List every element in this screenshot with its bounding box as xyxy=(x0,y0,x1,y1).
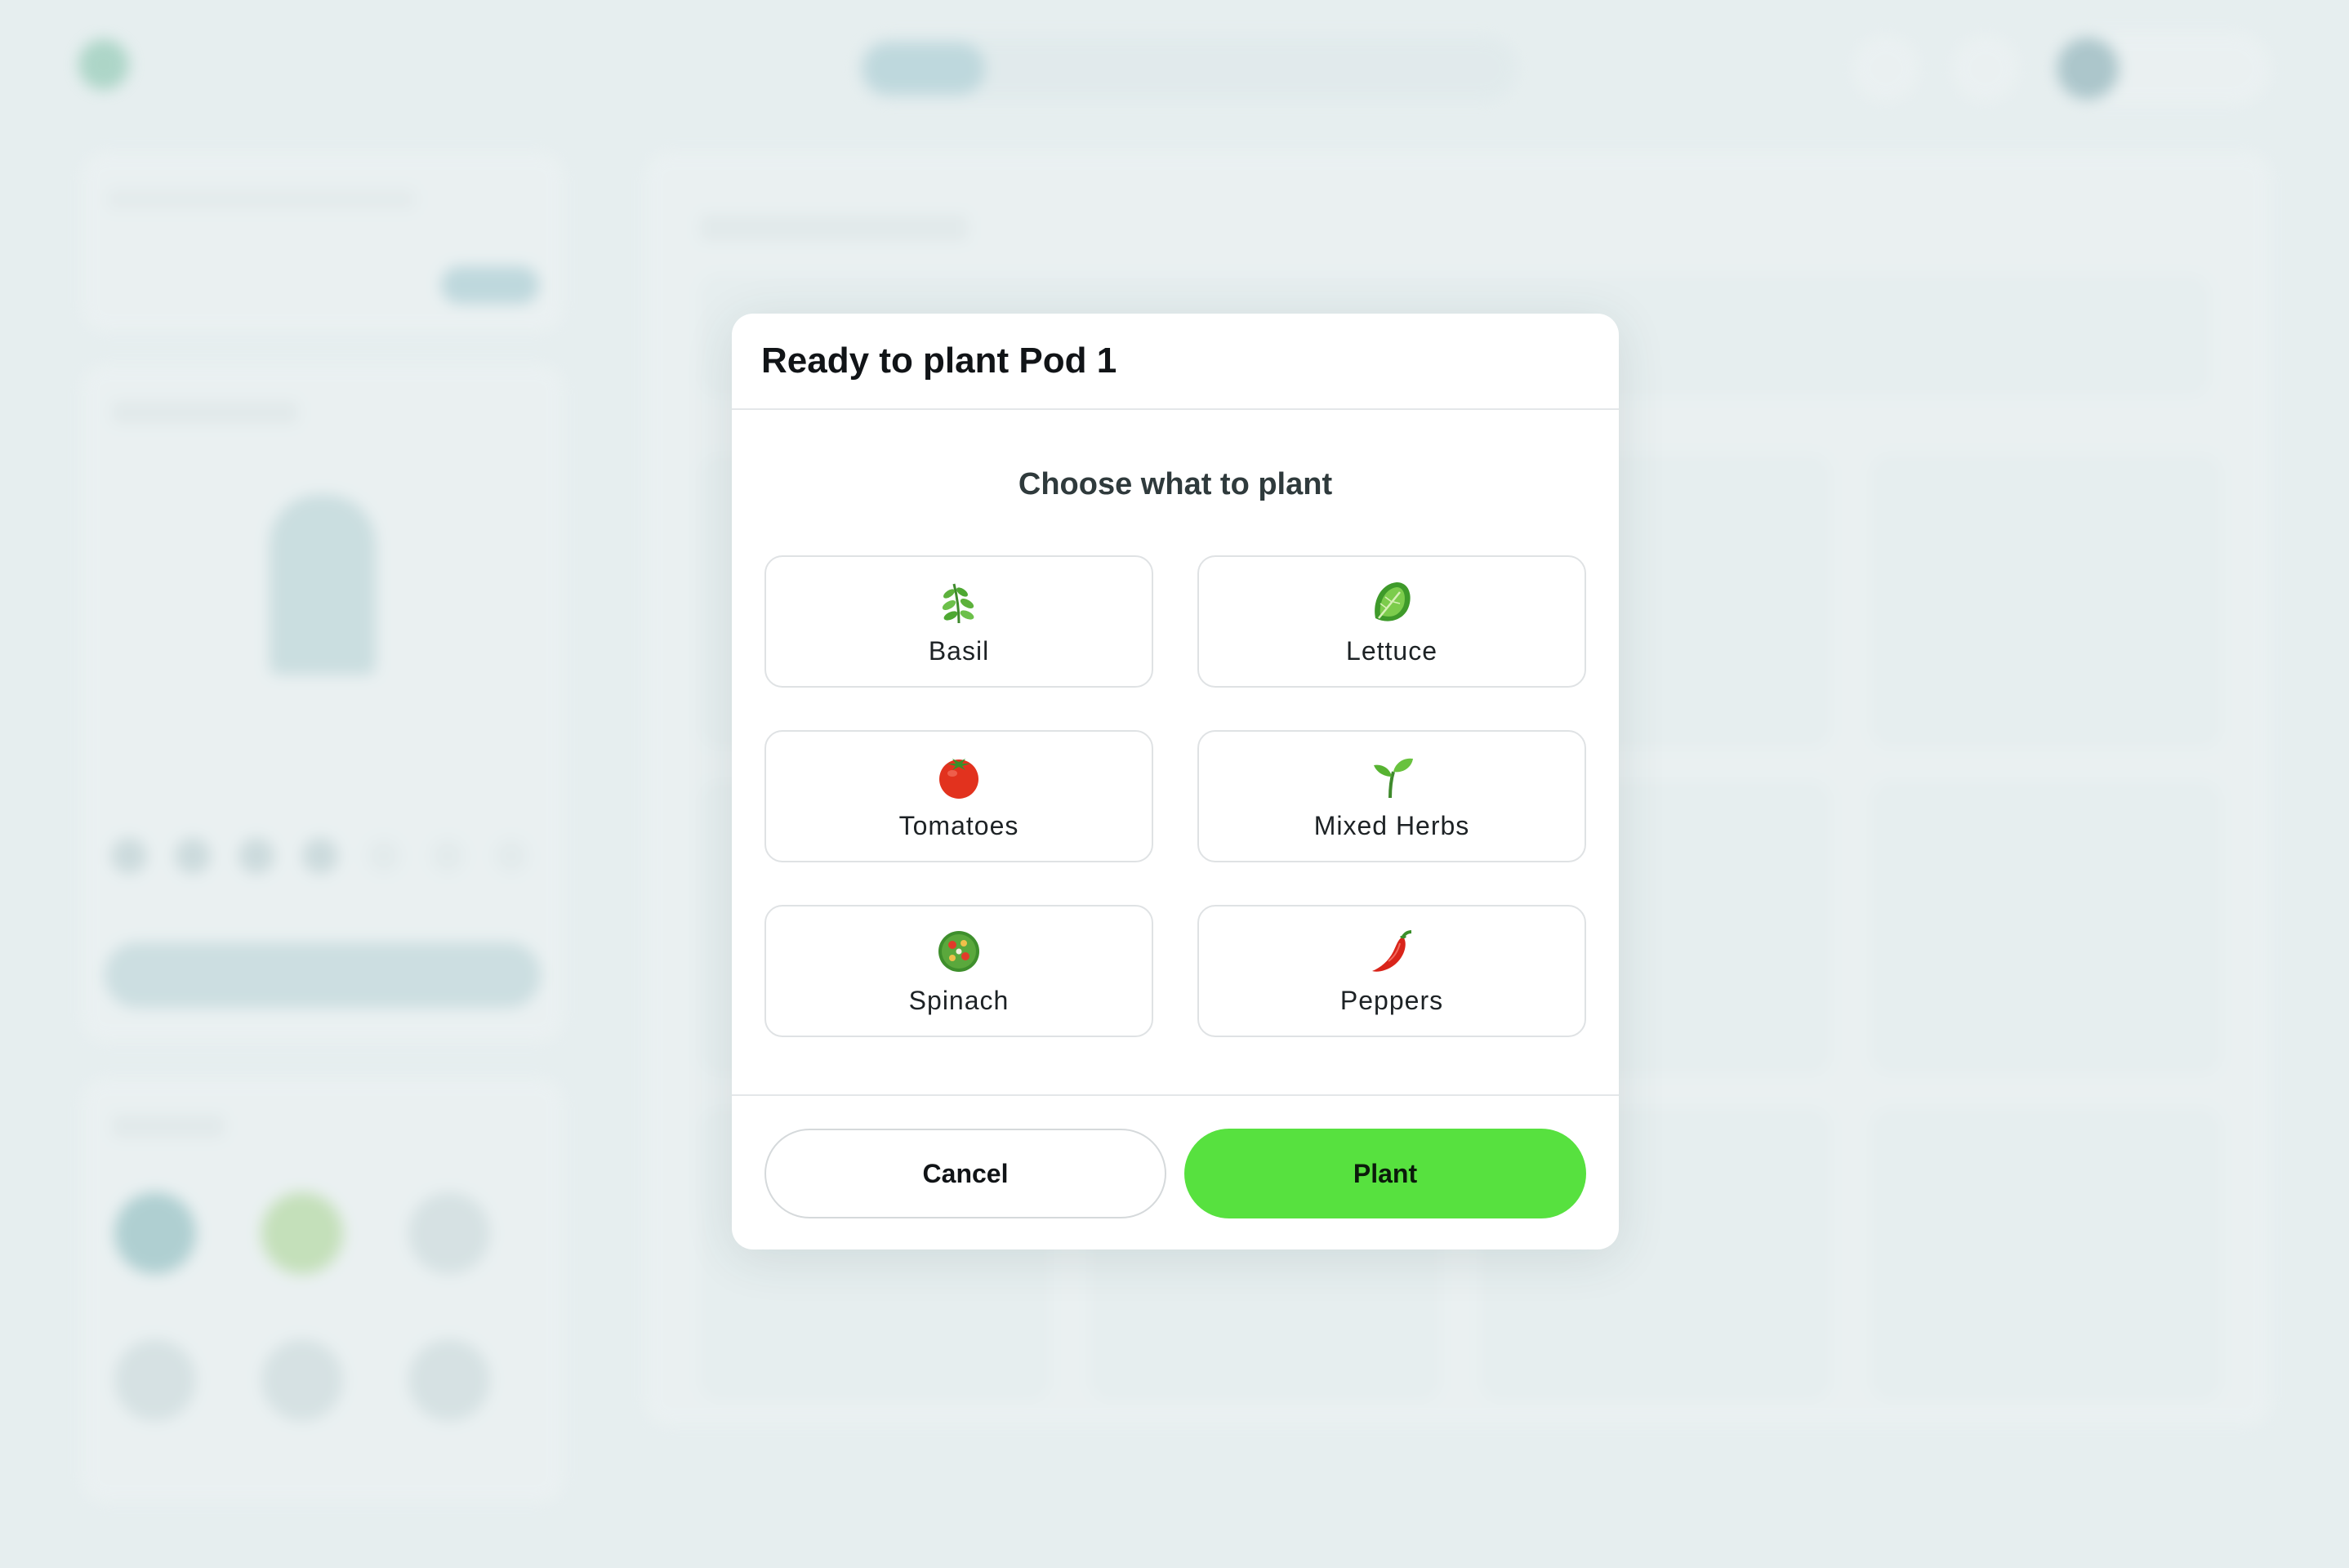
plant-button[interactable]: Plant xyxy=(1184,1129,1586,1218)
pod-slot xyxy=(1870,781,2222,1075)
pod-slot xyxy=(1870,454,2222,748)
plant-option-label: Mixed Herbs xyxy=(1313,810,1470,840)
streak-day-dot xyxy=(302,838,338,874)
plant-option-lettuce[interactable]: Lettuce xyxy=(1197,555,1586,688)
streak-day-dot xyxy=(175,838,211,874)
badges-card-title-blurred xyxy=(111,1114,225,1138)
plant-option-label: Tomatoes xyxy=(898,810,1019,840)
streak-day-dot xyxy=(430,838,466,874)
post-button xyxy=(441,266,539,304)
top-navigation xyxy=(0,0,2349,131)
dialog-footer: Cancel Plant xyxy=(732,1094,1619,1251)
cancel-button[interactable]: Cancel xyxy=(764,1129,1166,1218)
tomato-icon xyxy=(939,758,978,799)
streak-day-dot xyxy=(366,838,402,874)
header-actions xyxy=(1852,33,2271,105)
streak-day-dot xyxy=(493,838,529,874)
badge xyxy=(261,1339,343,1421)
nav-tabs xyxy=(856,36,1518,101)
chili-pepper-icon xyxy=(1372,929,1412,972)
seedling-icon xyxy=(1374,758,1413,798)
badge xyxy=(114,1192,196,1274)
plant-option-tomatoes[interactable]: Tomatoes xyxy=(764,730,1153,862)
badge-grid xyxy=(114,1192,490,1421)
composer-placeholder-blurred xyxy=(106,188,417,211)
streak-card-title-blurred xyxy=(111,400,299,425)
weekly-streak-card xyxy=(82,364,564,1042)
logo-icon xyxy=(78,39,129,90)
post-composer xyxy=(82,152,564,332)
plant-option-basil[interactable]: Basil xyxy=(764,555,1153,688)
herb-icon xyxy=(942,583,974,623)
streak-day-dot xyxy=(111,838,147,874)
dialog-subtitle: Choose what to plant xyxy=(1018,467,1333,501)
streak-day-dot xyxy=(238,838,274,874)
plant-option-label: Spinach xyxy=(908,985,1010,1015)
nav-tab xyxy=(1377,42,1508,95)
lettuce-icon xyxy=(1375,581,1411,621)
app-logo xyxy=(78,39,142,90)
plant-option-mixed-herbs[interactable]: Mixed Herbs xyxy=(1197,730,1586,862)
plant-option-label: Basil xyxy=(928,635,990,666)
avatar xyxy=(2057,38,2119,100)
nav-tab xyxy=(1018,42,1181,95)
streak-action-button xyxy=(105,942,541,1008)
nav-tab-active xyxy=(862,42,985,95)
plant-options: Basil Lettuce Tomatoes Mixed Herbs Spina… xyxy=(764,555,1586,1037)
plant-option-label: Peppers xyxy=(1339,985,1444,1015)
badge xyxy=(114,1339,196,1421)
plant-pod-dialog: Ready to plant Pod 1 Choose what to plan… xyxy=(732,314,1619,1250)
sprout-illustration xyxy=(270,495,376,675)
settings-icon xyxy=(1952,35,2019,102)
dialog-title: Ready to plant Pod 1 xyxy=(761,341,1117,381)
dialog-header: Ready to plant Pod 1 xyxy=(732,314,1619,410)
plant-option-peppers[interactable]: Peppers xyxy=(1197,905,1586,1037)
user-menu xyxy=(2052,33,2271,105)
plant-option-spinach[interactable]: Spinach xyxy=(764,905,1153,1037)
badge xyxy=(261,1192,343,1274)
streak-days xyxy=(111,838,529,874)
pod-slot xyxy=(1870,1107,2222,1401)
notifications-icon xyxy=(1852,35,1919,102)
badge xyxy=(408,1192,490,1274)
nav-tab xyxy=(1214,42,1344,95)
user-name-blurred xyxy=(2132,57,2246,80)
salad-icon xyxy=(938,930,979,972)
badge xyxy=(408,1339,490,1421)
plant-option-label: Lettuce xyxy=(1346,635,1437,666)
badges-card xyxy=(82,1078,564,1503)
garden-title-blurred xyxy=(699,214,969,242)
